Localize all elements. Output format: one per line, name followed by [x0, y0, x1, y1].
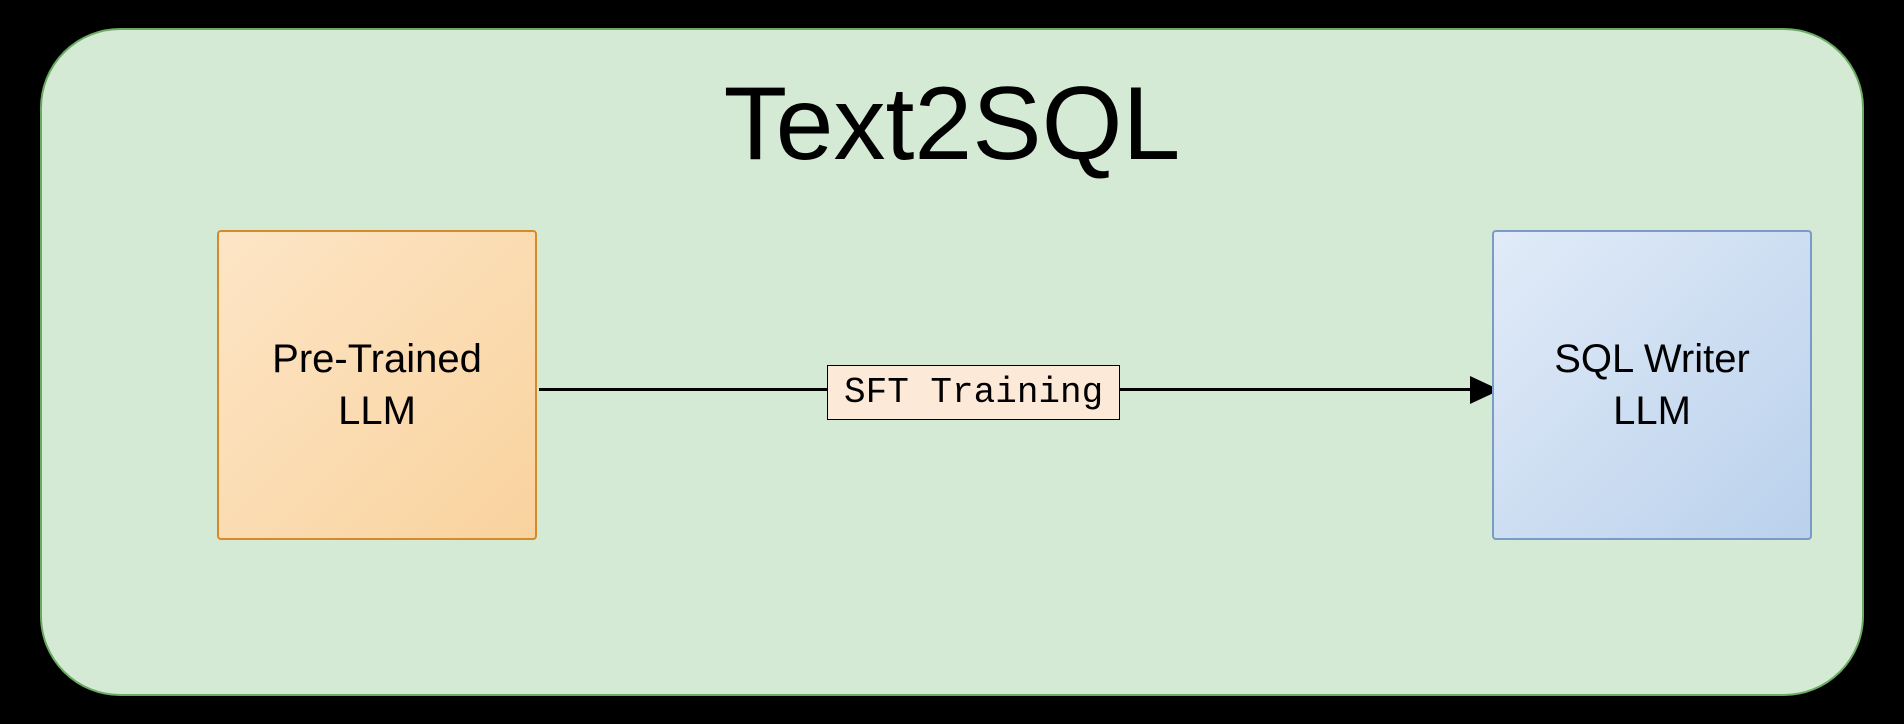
sql-writer-llm-box: SQL Writer LLM: [1492, 230, 1812, 540]
box-text-line: LLM: [338, 385, 416, 437]
box-text-line: SQL Writer: [1554, 333, 1750, 385]
pretrained-llm-box: Pre-Trained LLM: [217, 230, 537, 540]
box-text-line: LLM: [1613, 385, 1691, 437]
box-text-line: Pre-Trained: [272, 333, 482, 385]
diagram-container: Text2SQL Pre-Trained LLM SFT Training SQ…: [40, 28, 1864, 696]
sft-training-label: SFT Training: [827, 365, 1120, 420]
diagram-title: Text2SQL: [42, 65, 1862, 184]
